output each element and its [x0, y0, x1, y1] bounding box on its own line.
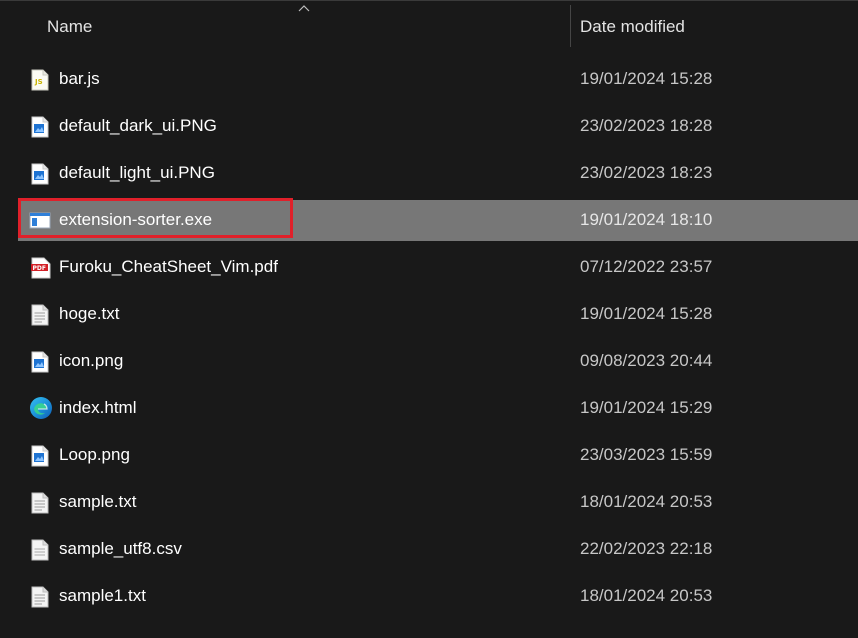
text-file-icon-graphic [31, 492, 49, 514]
exe-file-icon [29, 210, 51, 232]
file-name: sample.txt [59, 492, 137, 511]
csv-file-icon-graphic [31, 539, 49, 561]
file-date-modified: 19/01/2024 15:28 [580, 69, 713, 88]
file-name: icon.png [59, 351, 124, 370]
column-header-bar: Name Date modified [0, 1, 858, 47]
file-date-modified: 09/08/2023 20:44 [580, 351, 713, 370]
file-name: bar.js [59, 69, 100, 88]
file-row[interactable]: sample_utf8.csv 22/02/2023 22:18 [0, 526, 858, 573]
file-row[interactable]: default_dark_ui.PNG 23/02/2023 18:28 [0, 103, 858, 150]
image-file-icon-graphic [31, 445, 49, 467]
file-row[interactable]: default_light_ui.PNG 23/02/2023 18:23 [0, 150, 858, 197]
file-date-modified: 07/12/2022 23:57 [580, 257, 713, 276]
file-date-modified: 23/02/2023 18:23 [580, 163, 713, 182]
sort-ascending-icon [298, 5, 310, 12]
file-date-modified: 22/02/2023 22:18 [580, 539, 713, 558]
image-file-icon [31, 445, 49, 467]
column-header-name-label: Name [47, 17, 93, 36]
file-explorer-list: Name Date modified JS bar.js 19/01/2024 15… [0, 0, 858, 638]
image-file-icon [31, 351, 49, 373]
text-file-icon-graphic [31, 304, 49, 326]
file-name: sample1.txt [59, 586, 146, 605]
file-row[interactable]: Loop.png 23/03/2023 15:59 [0, 432, 858, 479]
text-file-icon [31, 586, 49, 608]
file-name: default_dark_ui.PNG [59, 116, 217, 135]
js-file-icon-graphic: JS [31, 69, 49, 91]
text-file-icon [31, 492, 49, 514]
pdf-file-icon-graphic: PDF [31, 257, 51, 279]
file-row[interactable]: hoge.txt 19/01/2024 15:28 [0, 291, 858, 338]
svg-text:PDF: PDF [33, 265, 46, 272]
file-name: hoge.txt [59, 304, 120, 323]
file-row[interactable]: PDF Furoku_CheatSheet_Vim.pdf 07/12/2022 2… [0, 244, 858, 291]
file-date-modified: 19/01/2024 15:28 [580, 304, 713, 323]
file-row[interactable]: JS bar.js 19/01/2024 15:28 [0, 56, 858, 103]
file-row[interactable]: icon.png 09/08/2023 20:44 [0, 338, 858, 385]
edge-html-icon [29, 396, 53, 420]
image-file-icon-graphic [31, 116, 49, 138]
file-row[interactable]: sample1.txt 18/01/2024 20:53 [0, 573, 858, 620]
image-file-icon [31, 116, 49, 138]
file-name: default_light_ui.PNG [59, 163, 215, 182]
file-date-modified: 23/03/2023 15:59 [580, 445, 713, 464]
image-file-icon-graphic [31, 351, 49, 373]
svg-text:JS: JS [34, 78, 43, 86]
file-name: sample_utf8.csv [59, 539, 182, 558]
text-file-icon-graphic [31, 586, 49, 608]
js-file-icon: JS [31, 69, 49, 91]
file-name: extension-sorter.exe [59, 210, 213, 229]
image-file-icon-graphic [31, 163, 49, 185]
file-name: Furoku_CheatSheet_Vim.pdf [59, 257, 278, 276]
image-file-icon [31, 163, 49, 185]
file-date-modified: 18/01/2024 20:53 [580, 492, 713, 511]
pdf-file-icon: PDF [31, 257, 51, 279]
file-name: index.html [59, 398, 137, 417]
file-date-modified: 18/01/2024 20:53 [580, 586, 713, 605]
file-date-modified: 19/01/2024 18:10 [580, 210, 713, 229]
file-date-modified: 23/02/2023 18:28 [580, 116, 713, 135]
csv-file-icon [31, 539, 49, 561]
edge-html-icon-graphic [30, 397, 52, 419]
file-row[interactable]: sample.txt 18/01/2024 20:53 [0, 479, 858, 526]
file-date-modified: 19/01/2024 15:29 [580, 398, 713, 417]
file-list: JS bar.js 19/01/2024 15:28 default_dark_ui.… [0, 56, 858, 620]
file-row[interactable]: extension-sorter.exe 19/01/2024 18:10 [0, 197, 858, 244]
file-row[interactable]: index.html 19/01/2024 15:29 [0, 385, 858, 432]
column-header-date-label: Date modified [580, 17, 685, 36]
file-name: Loop.png [59, 445, 130, 464]
exe-file-icon-graphic [29, 212, 51, 229]
column-header-name[interactable]: Name [0, 1, 570, 47]
text-file-icon [31, 304, 49, 326]
